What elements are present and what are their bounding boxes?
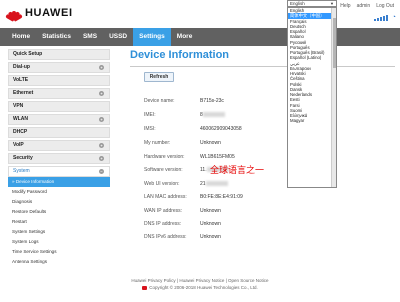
sidebar-item-label: VoIP: [13, 142, 24, 148]
info-value: Unknown: [200, 140, 221, 146]
wifi-icon: ◔: [391, 14, 396, 21]
scrollbar-thumb[interactable]: [333, 18, 336, 68]
main-nav: Home Statistics SMS USSD Settings More: [0, 28, 400, 46]
huawei-logo: HUAWEI: [5, 6, 73, 22]
sidebar-item-dial-up[interactable]: Dial-up +: [8, 62, 110, 73]
sidebar-sub-modify-password[interactable]: Modify Password: [8, 187, 110, 197]
language-list-scrollbar[interactable]: [331, 8, 336, 187]
sidebar-sub-system-settings[interactable]: System Settings: [8, 227, 110, 237]
sidebar-sub-restore-defaults[interactable]: Restore Defaults: [8, 207, 110, 217]
sidebar-item-volte[interactable]: VoLTE: [8, 75, 110, 86]
info-label: Device name:: [144, 98, 175, 104]
info-label: WAN IP address:: [144, 208, 183, 214]
nav-ussd[interactable]: USSD: [103, 28, 133, 46]
redacted-block: [205, 181, 228, 187]
sidebar-item-label: Security: [13, 155, 33, 161]
info-value: Unknown: [200, 208, 221, 214]
app-root: HUAWEI Help admin Log Out ◔ English ▼ En…: [0, 0, 400, 302]
sidebar-sub-device-information[interactable]: » Device Information: [8, 177, 110, 187]
info-label: IMEI:: [144, 112, 156, 118]
sidebar-sub-label: Device Information: [15, 179, 55, 184]
language-list: English 简体中文（中国） Français Deutsch Españo…: [287, 7, 337, 188]
collapse-icon[interactable]: −: [99, 169, 104, 174]
sidebar-sub-diagnosis[interactable]: Diagnosis: [8, 197, 110, 207]
info-label: IMSI:: [144, 126, 156, 132]
nav-more[interactable]: More: [171, 28, 199, 46]
info-value: 21: [200, 181, 228, 187]
top-header: HUAWEI Help admin Log Out ◔: [0, 0, 400, 28]
info-label: DNS IP address:: [144, 221, 182, 227]
expand-icon[interactable]: +: [99, 117, 104, 122]
sidebar-item-security[interactable]: Security +: [8, 153, 110, 164]
redacted-block: [202, 112, 225, 118]
sidebar-item-quick-setup[interactable]: Quick Setup: [8, 49, 110, 60]
language-select[interactable]: English ▼: [287, 0, 337, 7]
sidebar-item-voip[interactable]: VoIP +: [8, 140, 110, 151]
info-value: 460062909043058: [200, 126, 242, 132]
info-label: DNS IPv6 address:: [144, 234, 187, 240]
nav-settings[interactable]: Settings: [133, 28, 171, 46]
admin-link[interactable]: admin: [357, 3, 371, 9]
info-value: Unknown: [200, 234, 221, 240]
nav-sms[interactable]: SMS: [77, 28, 103, 46]
annotation-text: 全球语言之一: [210, 166, 265, 176]
sidebar-item-label: VPN: [13, 103, 24, 109]
info-value: 8: [200, 112, 225, 118]
sidebar-item-label: DHCP: [13, 129, 28, 135]
huawei-logo-icon: [5, 6, 23, 22]
expand-icon[interactable]: +: [99, 143, 104, 148]
sidebar-item-system[interactable]: System −: [8, 166, 110, 177]
language-option[interactable]: Magyar: [288, 118, 336, 123]
footer-links[interactable]: Huawei Privacy Policy | Huawei Privacy N…: [0, 278, 400, 283]
sidebar-sub-antenna-settings[interactable]: Antenna Settings: [8, 257, 110, 267]
footer-copyright: Copyright © 2006-2018 Huawei Technologie…: [0, 285, 400, 290]
sidebar-sub-system-logs[interactable]: System Logs: [8, 237, 110, 247]
sidebar-item-vpn[interactable]: VPN: [8, 101, 110, 112]
sidebar-item-label: Ethernet: [13, 90, 34, 96]
language-selected: English: [290, 1, 305, 6]
sidebar-item-label: Quick Setup: [13, 51, 43, 57]
info-label: Hardware version:: [144, 154, 185, 160]
signal-strength-icon: [374, 15, 388, 21]
footer: Huawei Privacy Policy | Huawei Privacy N…: [0, 278, 400, 290]
expand-icon[interactable]: +: [99, 65, 104, 70]
info-label: LAN MAC address:: [144, 194, 187, 200]
sidebar-item-label: VoLTE: [13, 77, 29, 83]
logout-link[interactable]: Log Out: [376, 3, 394, 9]
refresh-button[interactable]: Refresh: [144, 72, 174, 82]
nav-home[interactable]: Home: [6, 28, 36, 46]
info-label: Web UI version:: [144, 181, 180, 187]
sidebar-item-dhcp[interactable]: DHCP: [8, 127, 110, 138]
copyright-text: Copyright © 2006-2018 Huawei Technologie…: [149, 285, 258, 290]
title-divider: [130, 66, 395, 67]
sidebar: Quick Setup Dial-up + VoLTE Ethernet + VPN…: [8, 49, 110, 267]
expand-icon[interactable]: +: [99, 156, 104, 161]
chevron-down-icon: ▼: [330, 1, 334, 6]
info-label: My number:: [144, 140, 171, 146]
help-link[interactable]: Help: [340, 3, 350, 9]
sidebar-item-label: WLAN: [13, 116, 28, 122]
sidebar-sub-restart[interactable]: Restart: [8, 217, 110, 227]
huawei-small-logo-icon: [142, 285, 148, 290]
info-value: B0:FE:8E:E4:91:09: [200, 194, 243, 200]
sidebar-sub-time-service-settings[interactable]: Time Service Settings: [8, 247, 110, 257]
sidebar-item-wlan[interactable]: WLAN +: [8, 114, 110, 125]
brand-name: HUAWEI: [25, 7, 73, 19]
main-content: Device Information Refresh Device name: …: [130, 49, 395, 240]
info-value: B715s-23c: [200, 98, 224, 104]
page-title: Device Information: [130, 49, 230, 61]
top-links: Help admin Log Out: [340, 3, 394, 9]
language-dropdown[interactable]: English ▼ English 简体中文（中国） Français Deut…: [287, 0, 337, 188]
sidebar-item-label: Dial-up: [13, 64, 30, 70]
info-value: Unknown: [200, 221, 221, 227]
sidebar-item-ethernet[interactable]: Ethernet +: [8, 88, 110, 99]
info-label: Software version:: [144, 167, 183, 173]
sidebar-item-label: System: [13, 168, 30, 174]
nav-statistics[interactable]: Statistics: [36, 28, 77, 46]
expand-icon[interactable]: +: [99, 91, 104, 96]
info-value: WL1B615FM05: [200, 154, 235, 160]
